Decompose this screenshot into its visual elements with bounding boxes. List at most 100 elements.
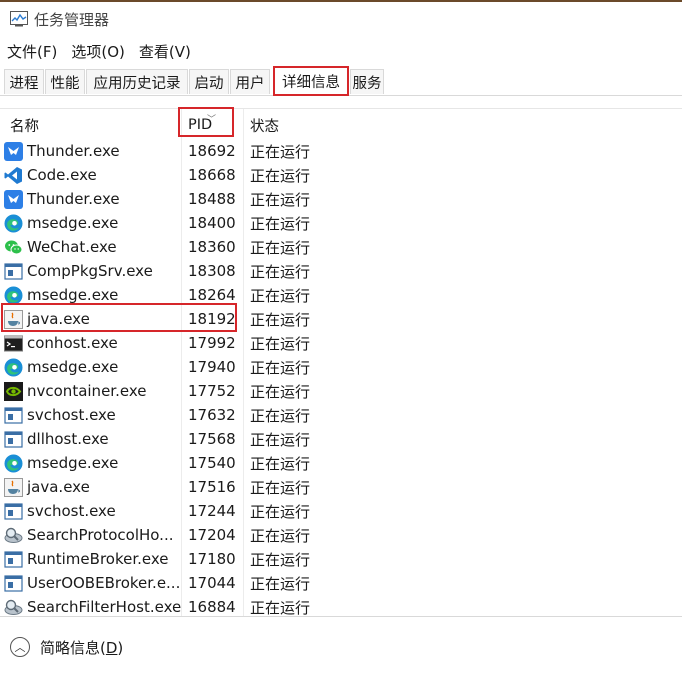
process-name: UserOOBEBroker.e... — [27, 574, 181, 592]
table-row[interactable]: msedge.exe 18400 正在运行 — [0, 211, 682, 235]
process-pid: 18692 — [188, 142, 236, 160]
process-status: 正在运行 — [250, 454, 311, 473]
process-status: 正在运行 — [250, 478, 311, 497]
search-indexer-icon — [4, 526, 23, 545]
process-name: Thunder.exe — [27, 190, 120, 208]
process-pid: 17992 — [188, 334, 236, 352]
process-status: 正在运行 — [250, 574, 311, 593]
vscode-icon — [4, 166, 23, 185]
process-status: 正在运行 — [250, 382, 311, 401]
process-name-cell: svchost.exe — [4, 499, 116, 523]
table-row[interactable]: Thunder.exe 18488 正在运行 — [0, 187, 682, 211]
process-name-cell: svchost.exe — [4, 403, 116, 427]
process-pid: 17204 — [188, 526, 236, 544]
pid-header-highlight — [178, 107, 234, 137]
table-row[interactable]: UserOOBEBroker.e... 17044 正在运行 — [0, 571, 682, 595]
menu-bar: 文件(F) 选项(O) 查看(V) — [0, 38, 198, 64]
table-row[interactable]: RuntimeBroker.exe 17180 正在运行 — [0, 547, 682, 571]
process-name-cell: CompPkgSrv.exe — [4, 259, 153, 283]
tab-services[interactable]: 服务 — [350, 69, 384, 94]
process-name-cell: Code.exe — [4, 163, 97, 187]
process-status: 正在运行 — [250, 142, 311, 161]
process-name-cell: java.exe — [4, 475, 90, 499]
process-name: dllhost.exe — [27, 430, 109, 448]
process-pid: 18360 — [188, 238, 236, 256]
process-name-cell: WeChat.exe — [4, 235, 117, 259]
tab-processes[interactable]: 进程 — [4, 69, 44, 94]
tab-users[interactable]: 用户 — [230, 69, 270, 94]
process-name-cell: UserOOBEBroker.e... — [4, 571, 180, 595]
chevron-up-icon: ︿ — [10, 637, 30, 657]
process-status: 正在运行 — [250, 190, 311, 209]
title-bar[interactable]: 任务管理器 — [0, 2, 682, 36]
thunder-icon — [4, 189, 23, 209]
process-status: 正在运行 — [250, 358, 311, 377]
process-status: 正在运行 — [250, 286, 311, 305]
process-name-cell: Thunder.exe — [4, 139, 120, 163]
tab-performance[interactable]: 性能 — [45, 69, 85, 94]
tab-app-history[interactable]: 应用历史记录 — [86, 69, 188, 94]
window-icon — [4, 406, 23, 425]
table-row[interactable]: nvcontainer.exe 17752 正在运行 — [0, 379, 682, 403]
task-manager-icon — [10, 11, 28, 27]
tab-bar: 进程 性能 应用历史记录 启动 用户 详细信息 服务 — [0, 66, 682, 96]
edge-icon — [4, 214, 23, 233]
window-icon — [4, 550, 23, 569]
process-name: WeChat.exe — [27, 238, 117, 256]
process-name-cell: msedge.exe — [4, 355, 118, 379]
process-name: conhost.exe — [27, 334, 118, 352]
menu-view[interactable]: 查看(V) — [132, 41, 198, 62]
edge-icon — [4, 286, 23, 305]
process-pid: 18308 — [188, 262, 236, 280]
table-row[interactable]: msedge.exe 17940 正在运行 — [0, 355, 682, 379]
table-row[interactable]: java.exe 17516 正在运行 — [0, 475, 682, 499]
table-row[interactable]: Thunder.exe 18692 正在运行 — [0, 139, 682, 163]
fewer-details-toggle[interactable]: ︿ 简略信息(D) — [10, 634, 123, 660]
edge-icon — [4, 358, 23, 377]
process-name: msedge.exe — [27, 286, 119, 304]
process-pid: 17044 — [188, 574, 236, 592]
process-status: 正在运行 — [250, 238, 311, 257]
process-name: SearchFilterHost.exe — [27, 598, 182, 616]
menu-options[interactable]: 选项(O) — [64, 41, 132, 62]
footer-divider — [0, 616, 682, 617]
column-status[interactable]: 状态 — [250, 109, 279, 141]
tab-details[interactable]: 详细信息 — [273, 66, 349, 96]
process-name: svchost.exe — [27, 406, 116, 424]
table-row[interactable]: Code.exe 18668 正在运行 — [0, 163, 682, 187]
process-status: 正在运行 — [250, 406, 311, 425]
table-row[interactable]: SearchProtocolHo... 17204 正在运行 — [0, 523, 682, 547]
process-name: CompPkgSrv.exe — [27, 262, 153, 280]
table-row[interactable]: CompPkgSrv.exe 18308 正在运行 — [0, 259, 682, 283]
process-status: 正在运行 — [250, 334, 311, 353]
process-name-cell: conhost.exe — [4, 331, 118, 355]
table-row[interactable]: WeChat.exe 18360 正在运行 — [0, 235, 682, 259]
process-name: Thunder.exe — [27, 142, 120, 160]
process-name-cell: RuntimeBroker.exe — [4, 547, 169, 571]
process-pid: 17540 — [188, 454, 236, 472]
process-pid: 18488 — [188, 190, 236, 208]
table-row[interactable]: svchost.exe 17632 正在运行 — [0, 403, 682, 427]
table-row[interactable]: dllhost.exe 17568 正在运行 — [0, 427, 682, 451]
tab-startup[interactable]: 启动 — [189, 69, 229, 94]
process-name: Code.exe — [27, 166, 97, 184]
java-icon — [4, 477, 23, 497]
menu-file[interactable]: 文件(F) — [0, 41, 64, 62]
process-status: 正在运行 — [250, 526, 311, 545]
window-icon — [4, 574, 23, 593]
column-name[interactable]: 名称 — [10, 109, 39, 141]
process-pid: 17516 — [188, 478, 236, 496]
process-status: 正在运行 — [250, 310, 311, 329]
table-row[interactable]: svchost.exe 17244 正在运行 — [0, 499, 682, 523]
table-row[interactable]: conhost.exe 17992 正在运行 — [0, 331, 682, 355]
process-name: java.exe — [27, 478, 90, 496]
process-pid: 17940 — [188, 358, 236, 376]
process-name: svchost.exe — [27, 502, 116, 520]
process-status: 正在运行 — [250, 214, 311, 233]
process-status: 正在运行 — [250, 166, 311, 185]
process-pid: 18400 — [188, 214, 236, 232]
table-row[interactable]: msedge.exe 17540 正在运行 — [0, 451, 682, 475]
process-name: nvcontainer.exe — [27, 382, 147, 400]
process-name: msedge.exe — [27, 214, 119, 232]
edge-icon — [4, 454, 23, 473]
